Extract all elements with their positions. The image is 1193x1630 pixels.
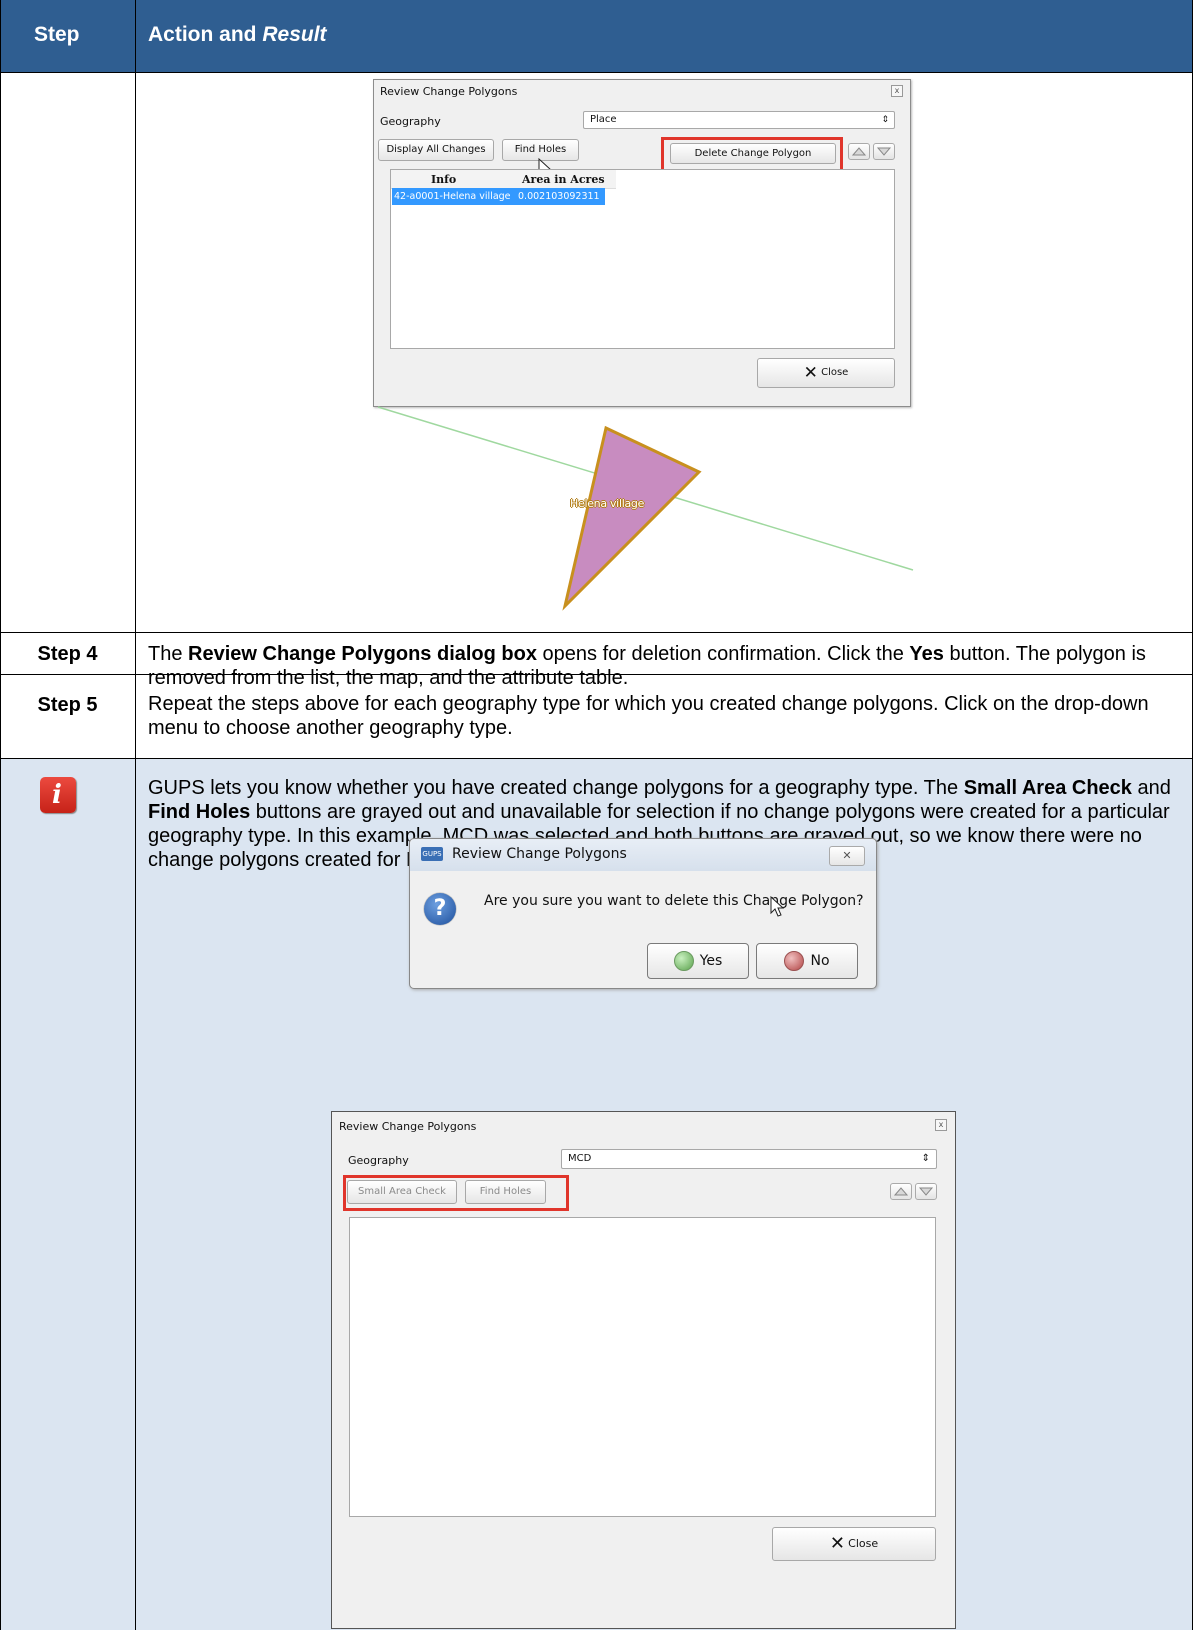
note-text-segment: Small Area Check xyxy=(963,777,1132,799)
header-step: Step xyxy=(34,23,80,46)
grid-line xyxy=(0,632,1193,633)
note-text-segment: GUPS lets you know whether you have crea… xyxy=(148,777,964,799)
geography-label: Geography xyxy=(348,1154,409,1167)
step-5-label: Step 5 xyxy=(37,694,98,716)
geography-select[interactable]: MCD ⇕ xyxy=(561,1149,937,1169)
confirm-dialog: GUPS Review Change Polygons ✕ ? Are you … xyxy=(409,838,877,989)
green-dot-icon xyxy=(673,951,694,971)
move-up-button[interactable] xyxy=(890,1183,912,1200)
triangle-down-icon xyxy=(876,147,892,156)
geography-label: Geography xyxy=(380,115,441,128)
move-down-button[interactable] xyxy=(873,143,895,160)
step-4-text-segment: Review Change Polygons dialog box xyxy=(188,643,537,665)
cursor-icon xyxy=(770,896,785,917)
step-4-text-segment: The xyxy=(148,643,189,665)
polygon-label: Helena village xyxy=(570,497,645,510)
question-icon: ? xyxy=(424,893,456,925)
grid-line xyxy=(0,0,1,1630)
close-button[interactable]: ✕ Close xyxy=(772,1527,936,1561)
confirm-title: Review Change Polygons xyxy=(452,846,627,862)
step-5-text: Repeat the steps above for each geograph… xyxy=(148,693,1149,739)
note-text-segment: and xyxy=(1131,777,1171,799)
triangle-up-icon xyxy=(893,1187,909,1196)
triangle-up-icon xyxy=(851,147,867,156)
step-4-text-segment: Yes xyxy=(909,643,944,665)
confirm-close-button[interactable]: ✕ xyxy=(829,846,865,866)
info-icon: i xyxy=(40,777,76,813)
table-header: Step Action and Result xyxy=(0,0,1193,72)
no-button[interactable]: No xyxy=(756,943,858,979)
step-4-label: Step 4 xyxy=(37,643,98,665)
step-4-text: The Review Change Polygons dialog box op… xyxy=(148,642,1178,690)
step-4-text-segment: opens for deletion confirmation. Click t… xyxy=(536,643,910,665)
table-row[interactable]: 42-a0001-Helena village 0.002103092311 xyxy=(392,188,605,205)
move-down-button[interactable] xyxy=(915,1183,937,1200)
confirm-message: Are you sure you want to delete this Cha… xyxy=(484,893,864,909)
grid-line xyxy=(135,0,136,1630)
highlight-box xyxy=(661,137,843,172)
list-header: Info Area in Acres xyxy=(391,170,616,189)
yes-button[interactable]: Yes xyxy=(647,943,749,979)
triangle-down-icon xyxy=(918,1187,934,1196)
gups-app-icon: GUPS xyxy=(421,847,443,861)
close-button[interactable]: ✕ Close xyxy=(757,358,895,388)
review-change-polygons-dialog: Review Change Polygons x Geography Place… xyxy=(373,79,911,407)
map-view xyxy=(377,406,914,611)
review-change-polygons-mcd-dialog: Review Change Polygons x Geography MCD ⇕… xyxy=(331,1111,956,1629)
change-polygon-list[interactable]: Info Area in Acres 42-a0001-Helena villa… xyxy=(390,169,895,349)
dialog-title: Review Change Polygons xyxy=(339,1120,477,1133)
change-polygon[interactable] xyxy=(562,425,702,611)
dialog-title: Review Change Polygons xyxy=(380,85,518,98)
geography-select[interactable]: Place ⇕ xyxy=(583,111,895,129)
column-info[interactable]: Info xyxy=(431,173,456,186)
change-polygon-list[interactable] xyxy=(349,1217,936,1517)
red-dot-icon xyxy=(784,951,805,971)
close-icon[interactable]: x xyxy=(891,85,903,97)
display-all-changes-button[interactable]: Display All Changes xyxy=(378,139,494,161)
grid-line xyxy=(0,72,1193,73)
row-area: 0.002103092311 xyxy=(518,191,600,202)
column-area[interactable]: Area in Acres xyxy=(522,173,605,186)
x-icon: ✕ xyxy=(829,1533,845,1554)
move-up-button[interactable] xyxy=(848,143,870,160)
close-icon[interactable]: x xyxy=(935,1119,947,1131)
updown-icon: ⇕ xyxy=(881,115,889,125)
geography-value: MCD xyxy=(568,1153,592,1164)
grid-line xyxy=(0,758,1193,759)
geography-value: Place xyxy=(590,114,617,125)
highlight-box xyxy=(343,1175,569,1211)
updown-icon: ⇕ xyxy=(921,1153,930,1164)
header-action: Action and Result xyxy=(148,23,327,46)
row-info: 42-a0001-Helena village xyxy=(394,191,511,202)
note-text-segment: Find Holes xyxy=(148,801,251,823)
x-icon: ✕ xyxy=(803,363,818,383)
